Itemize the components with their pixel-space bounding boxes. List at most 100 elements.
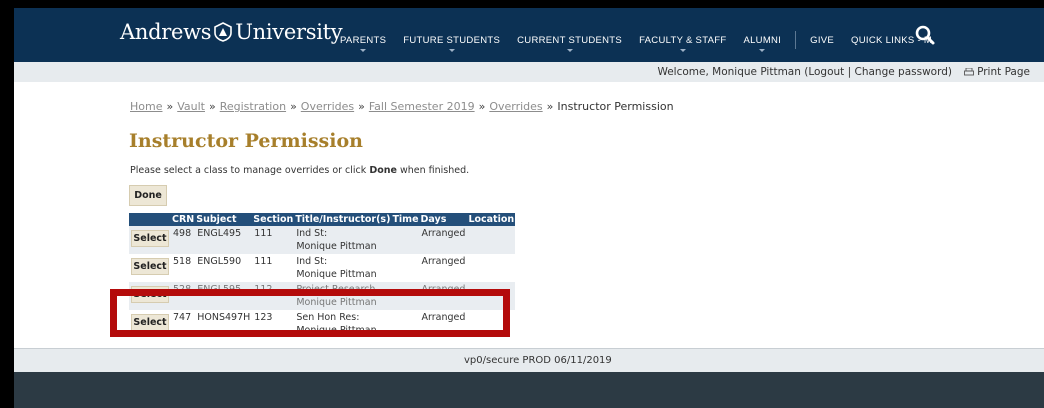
- nav-label: CURRENT STUDENTS: [517, 34, 623, 46]
- change-password-link[interactable]: Change password: [855, 66, 948, 78]
- chevron-down-icon: [759, 48, 766, 52]
- instructions-part: Please select a class to manage override…: [130, 165, 370, 176]
- chevron-down-icon: [448, 48, 455, 52]
- title-cell: Sen Hon Res: Monique Pittman: [294, 310, 391, 338]
- header-time: Time: [391, 213, 420, 226]
- university-logo[interactable]: Andrews University: [120, 20, 343, 44]
- section-cell: 123: [254, 312, 273, 323]
- crn-cell: 498: [171, 226, 196, 254]
- page-title: Instructor Permission: [129, 130, 363, 152]
- nav-label: FACULTY & STAFF: [639, 34, 727, 46]
- select-button[interactable]: Select: [131, 230, 169, 247]
- done-button[interactable]: Done: [129, 185, 167, 206]
- time-cell: [391, 226, 420, 254]
- title-cell: Ind St: Monique Pittman: [294, 226, 392, 254]
- time-cell: [391, 310, 419, 338]
- nav-give[interactable]: GIVE: [810, 35, 834, 46]
- days-cell: Arranged: [419, 226, 468, 254]
- logout-link[interactable]: Logout: [808, 66, 844, 78]
- breadcrumb-separator: »: [290, 100, 297, 113]
- header-select: [129, 213, 171, 226]
- location-cell: [467, 254, 515, 282]
- table-row: Select 518 ENGL590 111 Ind St: Monique Pi…: [129, 254, 515, 282]
- nav-parents[interactable]: PARENTS: [340, 34, 387, 52]
- nav-label: PARENTS: [340, 34, 387, 46]
- nav-current-students[interactable]: CURRENT STUDENTS: [517, 34, 623, 52]
- footer-text: vp0/secure PROD 06/11/2019: [464, 355, 612, 366]
- breadcrumb-overrides-2[interactable]: Overrides: [489, 100, 542, 113]
- nav-future-students[interactable]: FUTURE STUDENTS: [403, 34, 501, 52]
- select-cell: Select: [129, 254, 171, 282]
- instructions-bold: Done: [369, 165, 397, 176]
- search-icon[interactable]: [914, 24, 936, 46]
- link-divider: |: [844, 66, 855, 78]
- table-row: Select 747 HONS497H 123 Sen Hon Res: Moni…: [129, 310, 515, 338]
- welcome-text: Welcome, Monique Pittman (: [657, 66, 809, 78]
- header-section: Section: [252, 213, 295, 226]
- main-nav: PARENTS FUTURE STUDENTS CURRENT STUDENTS…: [340, 31, 949, 52]
- header-location: Location: [467, 213, 516, 226]
- course-title: Project Research: [296, 284, 376, 295]
- footer-bar: vp0/secure PROD 06/11/2019: [14, 348, 1044, 372]
- breadcrumb-overrides[interactable]: Overrides: [301, 100, 354, 113]
- header-title: Title/Instructor(s): [294, 213, 392, 226]
- section-cell: 111: [252, 226, 295, 254]
- nav-faculty-staff[interactable]: FACULTY & STAFF: [639, 34, 727, 52]
- classes-table: CRN Subject Section Title/Instructor(s) …: [129, 213, 516, 338]
- select-button[interactable]: Select: [131, 286, 169, 303]
- days-cell: Arranged: [419, 282, 468, 310]
- instructor-name: Monique Pittman: [296, 240, 377, 252]
- crn-cell: 518: [173, 256, 192, 267]
- browser-viewport: Andrews University PARENTS FUTURE STUDEN…: [14, 8, 1044, 408]
- subject-cell: ENGL590: [197, 256, 242, 267]
- breadcrumb-separator: »: [478, 100, 486, 113]
- breadcrumb-vault[interactable]: Vault: [177, 100, 205, 113]
- instructor-name: Monique Pittman: [296, 324, 377, 336]
- table-header-row: CRN Subject Section Title/Instructor(s) …: [129, 213, 516, 226]
- select-button[interactable]: Select: [131, 258, 169, 275]
- breadcrumb-home[interactable]: Home: [130, 100, 162, 113]
- instructor-name: Monique Pittman: [296, 268, 377, 280]
- logo-text-left: Andrews: [120, 20, 212, 44]
- section-cell: 112: [252, 282, 295, 310]
- nav-label: ALUMNI: [743, 34, 782, 46]
- print-page-link[interactable]: Print Page: [964, 66, 1030, 78]
- breadcrumb: Home» Vault» Registration» Overrides» Fall S…: [130, 100, 674, 113]
- subject-cell: ENGL595: [195, 282, 253, 310]
- welcome-suffix: ): [947, 66, 952, 78]
- shield-logo-icon: [214, 22, 233, 42]
- select-button[interactable]: Select: [131, 314, 169, 331]
- title-cell: Ind St: Monique Pittman: [294, 254, 391, 282]
- breadcrumb-registration[interactable]: Registration: [220, 100, 286, 113]
- top-navigation: Andrews University PARENTS FUTURE STUDEN…: [14, 8, 1044, 62]
- welcome-message: Welcome, Monique Pittman (Logout | Chang…: [657, 66, 952, 78]
- location-cell: [467, 226, 516, 254]
- nav-divider: [795, 31, 797, 49]
- nav-label: GIVE: [810, 34, 835, 46]
- course-title: Ind St:: [296, 256, 328, 267]
- course-title: Sen Hon Res:: [296, 312, 360, 323]
- breadcrumb-separator: »: [208, 100, 216, 113]
- time-cell: [391, 282, 420, 310]
- location-cell: [467, 282, 516, 310]
- subject-cell: ENGL495: [195, 226, 253, 254]
- nav-alumni[interactable]: ALUMNI: [743, 34, 782, 52]
- table-row: Select 498 ENGL495 111 Ind St: Monique Pi…: [129, 226, 516, 254]
- days-cell: Arranged: [421, 312, 466, 323]
- subject-cell: HONS497H: [197, 312, 251, 323]
- days-cell: Arranged: [421, 256, 466, 267]
- instructions-text: Please select a class to manage override…: [130, 165, 469, 176]
- nav-label: FUTURE STUDENTS: [403, 34, 501, 46]
- table-row: Select 528 ENGL595 112 Project Research M…: [129, 282, 516, 310]
- footer-dark-band: [14, 372, 1044, 408]
- breadcrumb-separator: »: [546, 100, 554, 113]
- select-cell: Select: [129, 282, 171, 310]
- select-cell: Select: [129, 310, 171, 338]
- breadcrumb-separator: »: [166, 100, 174, 113]
- chevron-down-icon: [566, 48, 573, 52]
- breadcrumb-separator: »: [358, 100, 365, 113]
- time-cell: [391, 254, 419, 282]
- instructions-part: when finished.: [396, 165, 470, 176]
- breadcrumb-fall-semester[interactable]: Fall Semester 2019: [369, 100, 475, 113]
- location-cell: [467, 310, 515, 338]
